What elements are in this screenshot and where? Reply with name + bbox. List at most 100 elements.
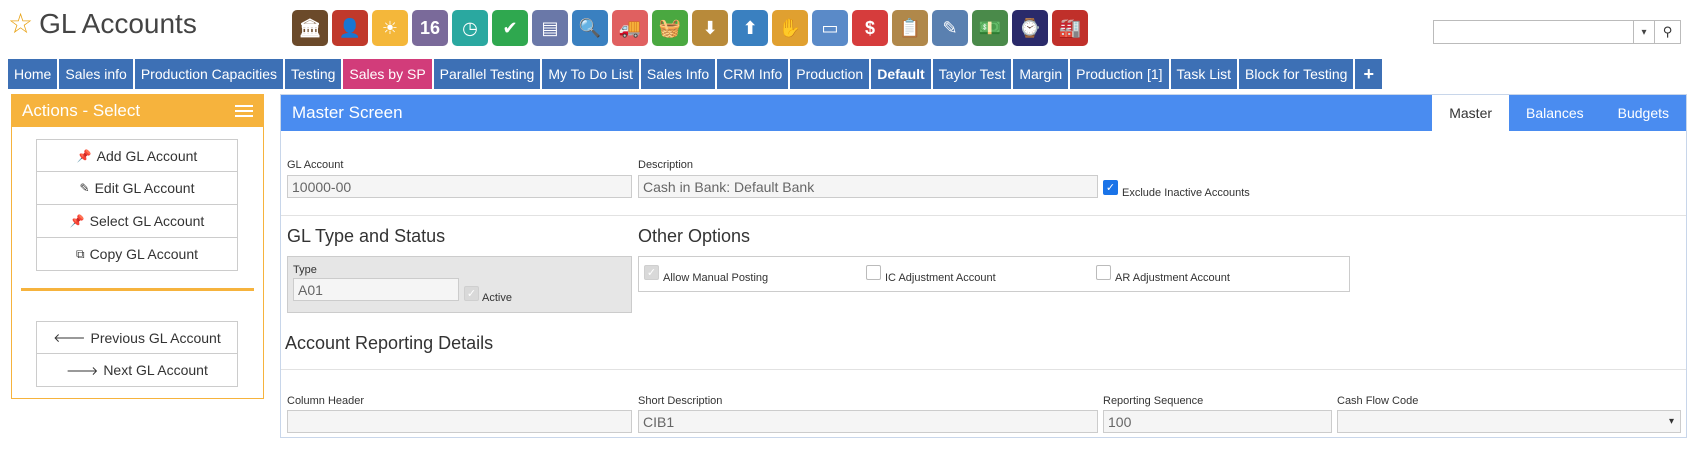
pencil-icon: ✎ [79, 181, 90, 195]
active-checkbox[interactable]: ✓ [464, 286, 479, 301]
calendar-icon[interactable]: 16 [412, 10, 448, 46]
next-gl-account-label: Next GL Account [103, 362, 208, 378]
type-label: Type [293, 264, 317, 276]
truck-icon[interactable]: 🚚 [612, 10, 648, 46]
money-bubble-icon[interactable]: $ [852, 10, 888, 46]
arrow-right-icon: 🡒 [66, 363, 99, 378]
add-tab-button[interactable]: + [1355, 59, 1382, 89]
chevron-down-icon: ▾ [1668, 416, 1674, 427]
monitor-icon[interactable]: ▭ [812, 10, 848, 46]
tab-sales-info[interactable]: Sales info [59, 59, 133, 89]
reporting-sequence-field[interactable]: 100 [1103, 410, 1332, 433]
tab-margin[interactable]: Margin [1013, 59, 1069, 89]
other-options-box: ✓ Allow Manual Posting IC Adjustment Acc… [638, 256, 1350, 292]
actions-panel-title: Actions - Select [22, 101, 141, 120]
tab-production-1[interactable]: Production [1] [1070, 59, 1169, 89]
divider [21, 288, 254, 291]
short-description-field[interactable]: CIB1 [638, 410, 1098, 433]
search-dropdown-icon[interactable]: ▾ [1633, 20, 1655, 44]
checkmark-icon[interactable]: ✔ [492, 10, 528, 46]
device-icon[interactable]: ⌚ [1012, 10, 1048, 46]
tab-sales-by-sp[interactable]: Sales by SP [343, 59, 432, 89]
page-title: GL Accounts [39, 8, 197, 39]
tab-home[interactable]: Home [8, 59, 58, 89]
tab-default[interactable]: Default [871, 59, 931, 89]
cash-flow-code-label: Cash Flow Code [1337, 395, 1419, 407]
actions-group-navigation: 🡐 Previous GL Account 🡒 Next GL Account [36, 321, 238, 387]
title-wrap: ☆ GL Accounts [8, 10, 197, 38]
pin-icon: 📌 [69, 214, 85, 228]
cash-flow-code-select[interactable]: ▾ [1337, 410, 1681, 433]
actions-group-primary: 📌 Add GL Account ✎ Edit GL Account 📌 Sel… [36, 139, 238, 271]
hand-coins-icon[interactable]: ✋ [772, 10, 808, 46]
clock-icon[interactable]: ◷ [452, 10, 488, 46]
tab-production[interactable]: Production [790, 59, 870, 89]
basket-icon[interactable]: 🧺 [652, 10, 688, 46]
gl-type-section-title: GL Type and Status [287, 226, 446, 246]
tab-testing[interactable]: Testing [285, 59, 342, 89]
short-description-label: Short Description [638, 395, 723, 407]
exclude-inactive-label: Exclude Inactive Accounts [1122, 187, 1250, 199]
column-header-field[interactable] [287, 410, 632, 433]
register-icon[interactable]: ▤ [532, 10, 568, 46]
edit-gl-account-button[interactable]: ✎ Edit GL Account [36, 172, 238, 205]
tab-task-list[interactable]: Task List [1170, 59, 1237, 89]
magnifier-icon[interactable]: 🔍 [572, 10, 608, 46]
tab-block-for-testing[interactable]: Block for Testing [1239, 59, 1354, 89]
description-field[interactable]: Cash in Bank: Default Bank [638, 175, 1098, 198]
edit-gl-account-label: Edit GL Account [94, 180, 195, 196]
tab-master[interactable]: Master [1432, 95, 1510, 131]
select-gl-account-button[interactable]: 📌 Select GL Account [36, 205, 238, 238]
tab-taylor-test[interactable]: Taylor Test [932, 59, 1012, 89]
clipboard-icon[interactable]: 📋 [892, 10, 928, 46]
other-options-section-title: Other Options [638, 226, 751, 246]
add-gl-account-button[interactable]: 📌 Add GL Account [36, 139, 238, 172]
tab-production-capacities[interactable]: Production Capacities [134, 59, 284, 89]
inbox-download-icon[interactable]: ⬇ [692, 10, 728, 46]
description-label: Description [638, 159, 694, 171]
search-icon[interactable]: ⚲ [1655, 20, 1681, 44]
gl-account-label: GL Account [287, 159, 344, 171]
master-screen-header: Master Screen Master Balances Budgets [281, 95, 1686, 131]
user-icon[interactable]: 👤 [332, 10, 368, 46]
copy-icon: ⧉ [75, 246, 85, 261]
previous-gl-account-button[interactable]: 🡐 Previous GL Account [36, 321, 238, 354]
previous-gl-account-label: Previous GL Account [90, 329, 221, 346]
divider [281, 215, 1686, 216]
ic-adjustment-checkbox[interactable] [866, 265, 881, 280]
cash-icon[interactable]: 💵 [972, 10, 1008, 46]
search-box: ▾ ⚲ [1433, 20, 1681, 44]
search-input[interactable] [1433, 20, 1633, 44]
allow-manual-posting-checkbox[interactable]: ✓ [644, 265, 659, 280]
reporting-section-title: Account Reporting Details [285, 333, 494, 353]
dashboard-tabs: Home Sales info Production Capacities Te… [8, 59, 1382, 89]
bank-icon[interactable]: 🏛 [292, 10, 328, 46]
active-label: Active [482, 292, 512, 304]
factory-icon[interactable]: 🏭 [1052, 10, 1088, 46]
outbox-upload-icon[interactable]: ⬆ [732, 10, 768, 46]
gl-account-field[interactable]: 10000-00 [287, 175, 632, 198]
hamburger-menu-icon[interactable] [235, 105, 253, 117]
divider [281, 369, 1686, 370]
ic-adjustment-label: IC Adjustment Account [885, 272, 996, 284]
tab-my-to-do-list[interactable]: My To Do List [542, 59, 639, 89]
reporting-sequence-label: Reporting Sequence [1103, 395, 1204, 407]
tab-crm-info[interactable]: CRM Info [717, 59, 789, 89]
add-gl-account-label: Add GL Account [96, 147, 198, 164]
exclude-inactive-checkbox[interactable]: ✓ [1103, 180, 1118, 195]
weather-icon[interactable]: ☀ [372, 10, 408, 46]
ar-adjustment-checkbox[interactable] [1096, 265, 1111, 280]
next-gl-account-button[interactable]: 🡒 Next GL Account [36, 354, 238, 387]
type-status-box: Type A01 ✓ Active [287, 256, 632, 313]
type-field[interactable]: A01 [293, 278, 459, 301]
copy-gl-account-button[interactable]: ⧉ Copy GL Account [36, 238, 238, 271]
pencil-paper-icon[interactable]: ✎ [932, 10, 968, 46]
allow-manual-posting-label: Allow Manual Posting [663, 272, 769, 284]
tab-budgets[interactable]: Budgets [1601, 95, 1686, 131]
arrow-left-icon: 🡐 [53, 331, 86, 345]
tab-parallel-testing[interactable]: Parallel Testing [433, 59, 541, 89]
tab-balances[interactable]: Balances [1509, 95, 1601, 131]
tab-sales-info-2[interactable]: Sales Info [640, 59, 716, 89]
master-screen-panel: Master Screen Master Balances Budgets GL… [280, 94, 1687, 438]
favorite-star-icon[interactable]: ☆ [8, 10, 33, 38]
